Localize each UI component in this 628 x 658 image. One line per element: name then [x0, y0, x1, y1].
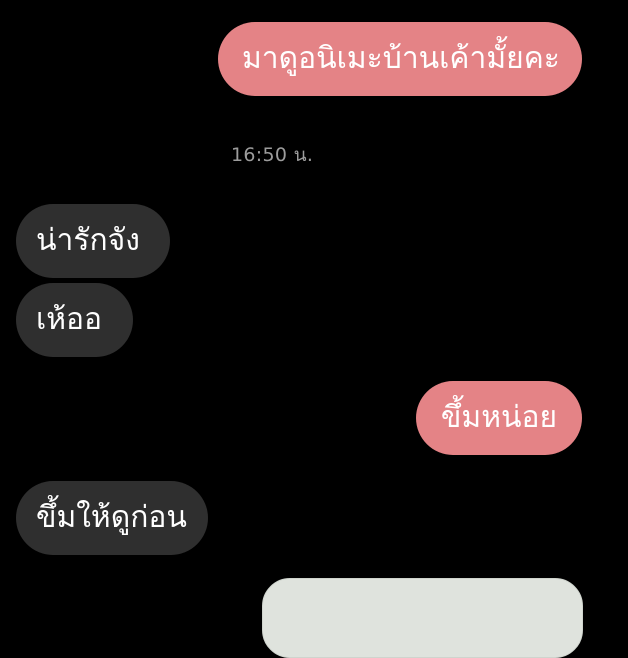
received-message-bubble[interactable]: เห้ออ	[16, 283, 133, 357]
sent-message-bubble[interactable]: ขึ้มหน่อย	[416, 381, 582, 455]
sent-image-message[interactable]	[262, 578, 583, 658]
received-message-bubble[interactable]: น่ารักจัง	[16, 204, 170, 278]
message-timestamp: 16:50 น.	[231, 144, 314, 166]
chat-thread: มาดูอนิเมะบ้านเค้ามั้ยคะ 16:50 น. น่ารัก…	[0, 0, 628, 658]
received-message-bubble[interactable]: ขึ้มให้ดูก่อน	[16, 481, 208, 555]
sent-message-bubble[interactable]: มาดูอนิเมะบ้านเค้ามั้ยคะ	[218, 22, 582, 96]
